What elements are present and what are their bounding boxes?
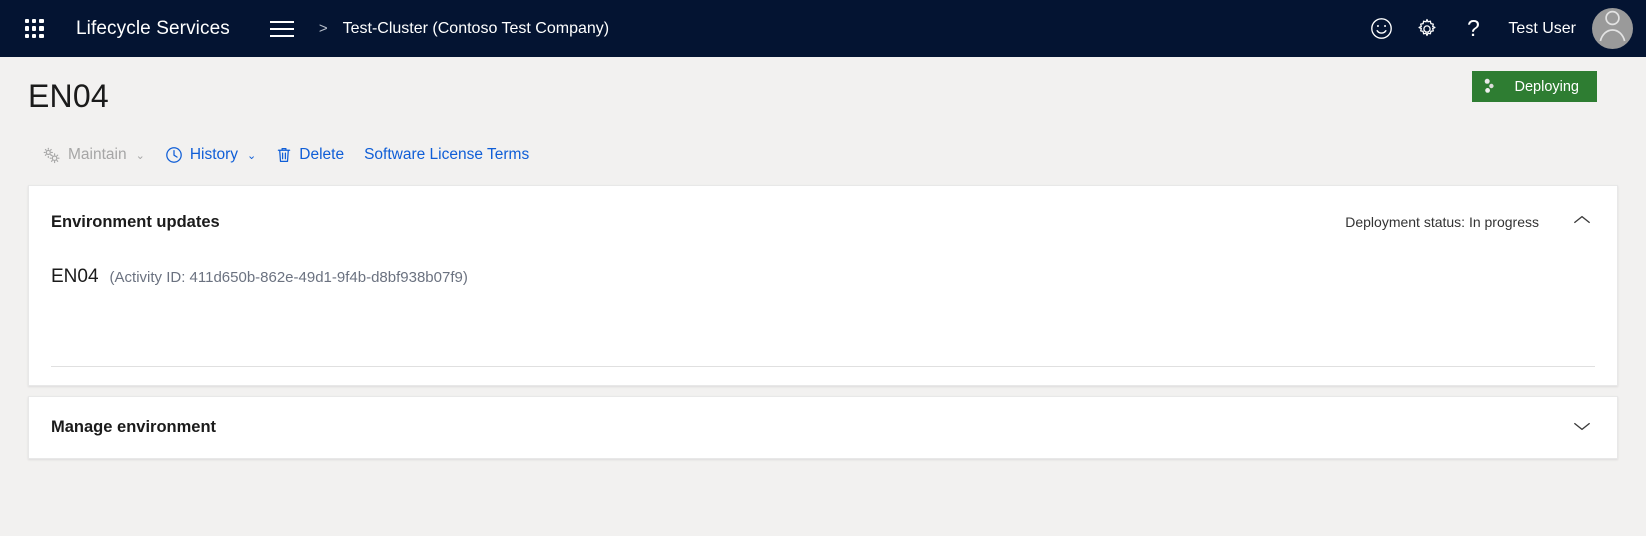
user-avatar-icon xyxy=(1592,8,1633,49)
status-badge-label: Deploying xyxy=(1515,79,1580,95)
page-title: EN04 xyxy=(28,78,109,115)
hamburger-menu-icon[interactable] xyxy=(265,12,299,46)
trash-icon xyxy=(276,146,292,164)
card-environment-updates: Environment updates Deployment status: I… xyxy=(28,185,1618,386)
top-navigation-bar: Lifecycle Services > Test-Cluster (Conto… xyxy=(0,0,1646,57)
avatar[interactable] xyxy=(1592,8,1633,49)
card-manage-environment-expand-toggle[interactable] xyxy=(1569,415,1595,441)
card-environment-updates-header: Environment updates Deployment status: I… xyxy=(29,186,1617,238)
settings-button[interactable] xyxy=(1404,0,1450,57)
command-maintain[interactable]: Maintain ⌄ xyxy=(32,142,155,168)
command-software-license-terms-label: Software License Terms xyxy=(364,146,529,164)
chevron-down-icon: ⌄ xyxy=(247,151,256,162)
chevron-down-icon: ⌄ xyxy=(136,151,145,162)
command-history[interactable]: History ⌄ xyxy=(155,142,266,168)
app-launcher-icon xyxy=(25,19,44,38)
gears-icon xyxy=(42,147,61,164)
brand-title[interactable]: Lifecycle Services xyxy=(76,18,230,40)
help-button[interactable]: ? xyxy=(1450,0,1496,57)
deployment-status-label: Deployment status: In progress xyxy=(1345,214,1539,230)
environment-update-row: EN04 (Activity ID: 411d650b-862e-49d1-9f… xyxy=(51,266,1595,288)
command-maintain-label: Maintain xyxy=(68,146,127,164)
username-label: Test User xyxy=(1508,20,1576,38)
page-content: EN04 Deploying Maint xyxy=(0,57,1646,459)
smiley-feedback-icon xyxy=(1369,16,1394,41)
environment-update-activity-id: (Activity ID: 411d650b-862e-49d1-9f4b-d8… xyxy=(110,269,468,286)
question-mark-icon: ? xyxy=(1467,17,1480,40)
card-environment-updates-title: Environment updates xyxy=(51,213,220,232)
gear-icon xyxy=(1415,17,1439,41)
spinner-icon xyxy=(1482,78,1497,95)
status-badge: Deploying xyxy=(1472,71,1598,102)
card-environment-updates-header-actions: Deployment status: In progress xyxy=(1345,209,1595,235)
command-delete-label: Delete xyxy=(299,146,344,164)
breadcrumb-separator: > xyxy=(319,20,328,37)
card-environment-updates-collapse-toggle[interactable] xyxy=(1569,209,1595,235)
environment-update-name: EN04 xyxy=(51,266,99,288)
card-manage-environment-header-actions xyxy=(1569,415,1595,441)
card-environment-updates-footer xyxy=(29,367,1617,385)
breadcrumb[interactable]: Test-Cluster (Contoso Test Company) xyxy=(343,20,609,38)
page-title-row: EN04 Deploying xyxy=(28,57,1618,135)
command-history-label: History xyxy=(190,146,238,164)
card-manage-environment-title: Manage environment xyxy=(51,418,216,437)
top-navigation-actions: ? Test User xyxy=(1358,0,1646,57)
command-delete[interactable]: Delete xyxy=(266,142,354,168)
card-environment-updates-body: EN04 (Activity ID: 411d650b-862e-49d1-9f… xyxy=(29,238,1617,366)
card-manage-environment: Manage environment xyxy=(28,396,1618,459)
command-software-license-terms[interactable]: Software License Terms xyxy=(354,142,539,168)
chevron-down-icon xyxy=(1573,419,1591,437)
command-bar: Maintain ⌄ History ⌄ Del xyxy=(28,135,1618,175)
chevron-up-icon xyxy=(1573,213,1591,231)
clock-icon xyxy=(165,146,183,164)
feedback-button[interactable] xyxy=(1358,0,1404,57)
app-launcher-button[interactable] xyxy=(14,9,54,49)
